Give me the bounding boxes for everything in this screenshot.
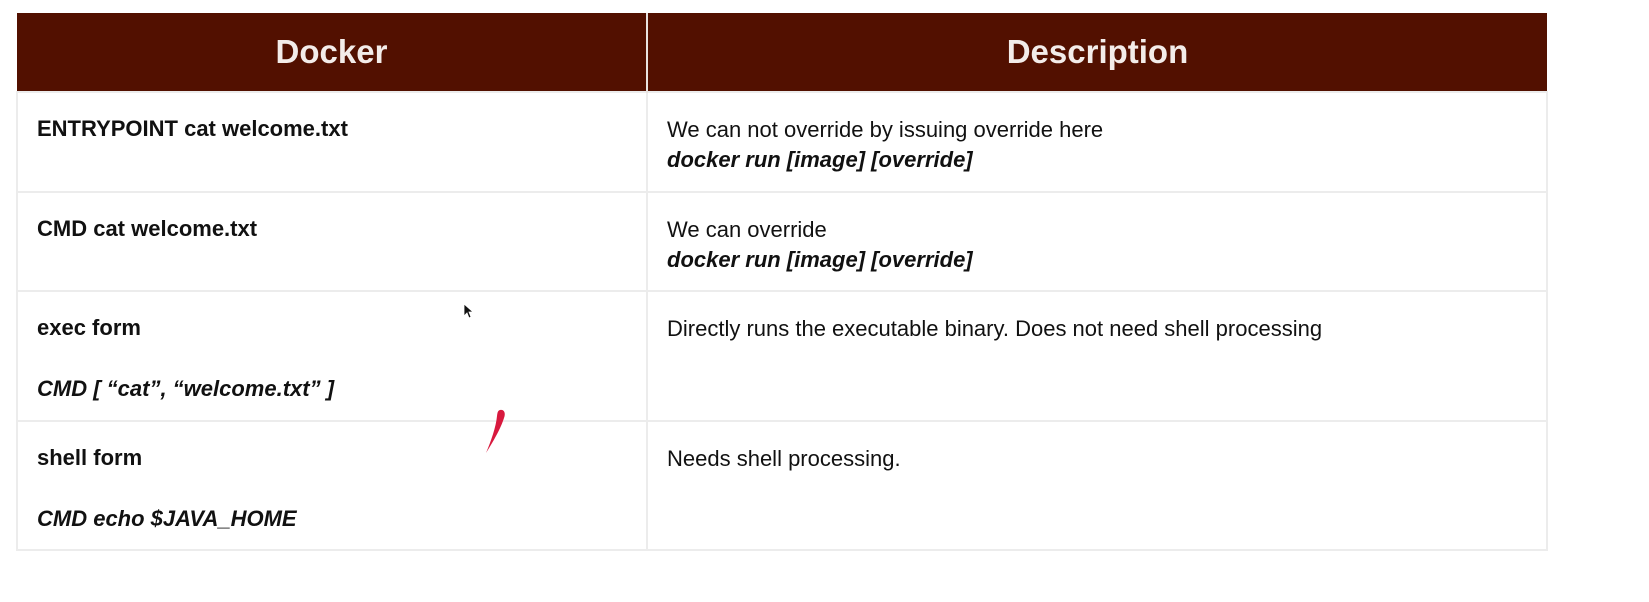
description-cell: We can not override by issuing override … [646, 91, 1548, 193]
form-name: exec form [37, 315, 141, 340]
annotation-pen-mark [486, 409, 505, 453]
table-row: exec form CMD [ “cat”, “welcome.txt” ] D… [16, 290, 1548, 422]
description-text: Needs shell processing. [667, 446, 901, 471]
docker-comparison-table: Docker Description ENTRYPOINT cat welcom… [16, 13, 1548, 551]
form-name: shell form [37, 445, 143, 470]
docker-instruction: CMD cat welcome.txt [37, 216, 258, 241]
mouse-cursor-icon [463, 303, 473, 319]
header-description: Description [647, 13, 1547, 92]
table-row: ENTRYPOINT cat welcome.txt We can not ov… [16, 91, 1548, 193]
docker-instruction: ENTRYPOINT cat welcome.txt [37, 116, 348, 141]
table-row: CMD cat welcome.txt We can override dock… [16, 191, 1548, 292]
docker-cell: exec form CMD [ “cat”, “welcome.txt” ] [16, 290, 648, 422]
form-example: CMD echo $JAVA_HOME [37, 506, 297, 531]
command-example: docker run [image] [override] [667, 147, 973, 172]
docker-cell: ENTRYPOINT cat welcome.txt [16, 91, 648, 193]
table-row: shell form CMD echo $JAVA_HOME Needs she… [16, 420, 1548, 551]
description-text: We can override [667, 217, 827, 242]
description-cell: Directly runs the executable binary. Doe… [646, 290, 1548, 422]
header-row: Docker Description [17, 13, 1547, 92]
form-example: CMD [ “cat”, “welcome.txt” ] [37, 376, 335, 401]
description-cell: Needs shell processing. [646, 420, 1548, 551]
description-text: We can not override by issuing override … [667, 117, 1104, 142]
header-docker: Docker [17, 13, 648, 92]
description-cell: We can override docker run [image] [over… [646, 191, 1548, 292]
command-example: docker run [image] [override] [667, 247, 973, 272]
description-text: Directly runs the executable binary. Doe… [667, 316, 1323, 341]
docker-cell: shell form CMD echo $JAVA_HOME [16, 420, 648, 551]
docker-cell: CMD cat welcome.txt [16, 191, 648, 292]
